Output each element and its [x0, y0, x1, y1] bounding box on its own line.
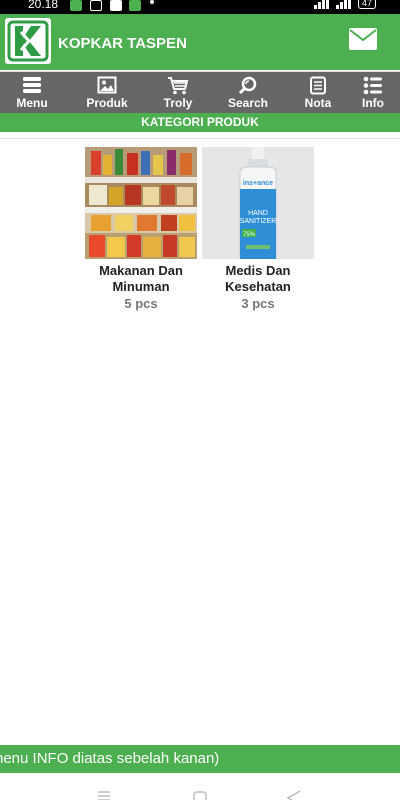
signal-icon-2	[335, 0, 352, 9]
facebook-icon	[110, 0, 122, 11]
receipt-icon	[310, 76, 326, 95]
nav-produk[interactable]: Produk	[77, 72, 137, 114]
nav-info-label: Info	[362, 96, 384, 110]
image-icon	[97, 76, 117, 94]
nav-produk-label: Produk	[86, 96, 128, 110]
menu-icon	[23, 77, 41, 93]
more-notifications-dot	[150, 0, 154, 4]
sanitizer-badge: 75%	[243, 232, 256, 238]
cart-icon	[168, 77, 189, 95]
product-card[interactable]: ins+ance HAND SANITIZER 75% Medis Dan Ke…	[202, 147, 314, 312]
app-title: KOPKAR TASPEN	[58, 35, 187, 52]
product-name-line2: Minuman	[112, 279, 170, 294]
app-header: KOPKAR TASPEN	[0, 14, 400, 70]
product-card[interactable]: Makanan Dan Minuman 5 pcs	[85, 147, 197, 312]
nav-info[interactable]: Info	[343, 72, 400, 114]
back-icon[interactable]	[286, 790, 301, 805]
recents-icon[interactable]	[98, 791, 110, 801]
product-name-line2: Kesehatan	[225, 279, 291, 294]
product-count: 5 pcs	[124, 296, 158, 311]
nav-troly[interactable]: Troly	[148, 72, 208, 114]
nav-nota[interactable]: Nota	[288, 72, 348, 114]
sanitizer-brand: ins+ance	[243, 180, 273, 187]
status-time: 20.18	[28, 0, 59, 11]
product-name-line1: Makanan Dan	[99, 263, 183, 278]
notification-icon	[70, 0, 82, 11]
marquee-banner: nenu INFO diatas sebelah kanan)	[0, 745, 400, 773]
status-bar: 20.18 47	[0, 0, 400, 14]
kopkar-logo	[5, 18, 51, 64]
main-nav: Menu Produk Troly Search Nota Info	[0, 71, 400, 113]
category-header: KATEGORI PRODUK	[0, 113, 400, 132]
nav-search[interactable]: Search	[218, 72, 278, 114]
mail-icon[interactable]	[348, 27, 378, 51]
info-list-icon	[363, 76, 382, 95]
product-image-food	[85, 147, 197, 259]
nav-menu-label: Menu	[16, 96, 48, 110]
product-count: 3 pcs	[241, 296, 275, 311]
tiktok-icon	[90, 0, 102, 11]
battery-icon: 47	[357, 0, 376, 9]
product-image-sanitizer: ins+ance HAND SANITIZER 75%	[202, 147, 314, 259]
sanitizer-line1: HAND	[248, 210, 268, 217]
home-icon[interactable]	[193, 791, 207, 805]
sanitizer-line2: SANITIZER	[240, 218, 277, 225]
nav-search-label: Search	[227, 96, 269, 110]
divider	[0, 138, 400, 139]
nav-menu[interactable]: Menu	[2, 72, 62, 114]
chat-icon	[129, 0, 141, 11]
product-name-line1: Medis Dan	[225, 263, 291, 278]
marquee-text: nenu INFO diatas sebelah kanan)	[0, 750, 220, 767]
signal-icon	[313, 0, 330, 9]
nav-nota-label: Nota	[304, 96, 332, 110]
search-icon	[238, 76, 257, 95]
system-nav-bar	[0, 774, 400, 805]
nav-troly-label: Troly	[163, 96, 193, 110]
